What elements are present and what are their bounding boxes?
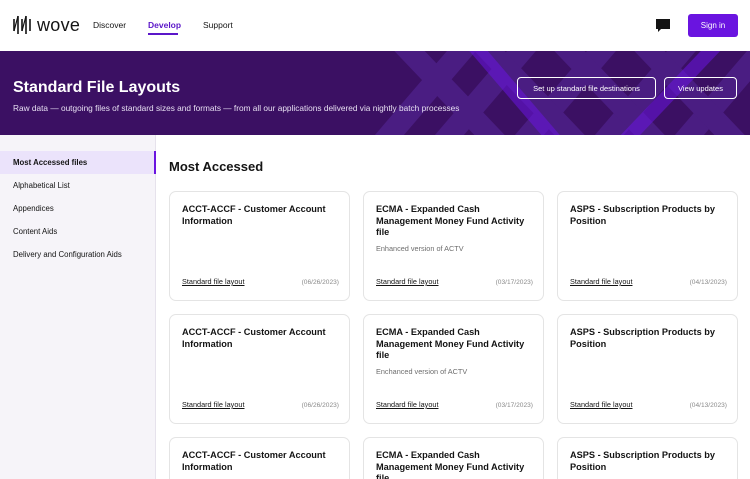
card-title: ACCT-ACCF - Customer Account Information [182, 450, 326, 472]
file-card[interactable]: ECMA - Expanded Cash Management Money Fu… [363, 437, 544, 479]
sidebar-item-delivery-config-aids[interactable]: Delivery and Configuration Aids [0, 243, 156, 266]
nav-link-discover[interactable]: Discover [93, 20, 126, 30]
card-title: ACCT-ACCF - Customer Account Information [182, 204, 326, 226]
active-nav-indicator [148, 33, 178, 35]
sidebar-item-appendices[interactable]: Appendices [0, 197, 156, 220]
wove-logo[interactable]: wove [12, 12, 80, 38]
page-title: Standard File Layouts [13, 79, 181, 96]
logo-text: wove [37, 14, 81, 35]
card-date: (04/13/2023) [689, 402, 727, 409]
sidebar-item-content-aids[interactable]: Content Aids [0, 220, 156, 243]
card-date: (03/17/2023) [495, 279, 533, 286]
file-card[interactable]: ACCT-ACCF - Customer Account Information [169, 437, 350, 479]
file-card[interactable]: ACCT-ACCF - Customer Account Information… [169, 314, 350, 424]
standard-file-layout-link[interactable]: Standard file layout [570, 400, 632, 409]
standard-file-layout-link[interactable]: Standard file layout [182, 400, 244, 409]
sidebar: Most Accessed files Alphabetical List Ap… [0, 135, 156, 479]
sidebar-item-alphabetical-list[interactable]: Alphabetical List [0, 174, 156, 197]
card-title: ASPS - Subscription Products by Position [570, 450, 715, 472]
wove-logo-icon [13, 15, 31, 34]
card-date: (04/13/2023) [689, 279, 727, 286]
file-card[interactable]: ASPS - Subscription Products by Position… [557, 191, 738, 301]
view-updates-button[interactable]: View updates [664, 77, 737, 99]
card-description: Enchanced version of ACTV [376, 367, 468, 376]
file-card[interactable]: ACCT-ACCF - Customer Account Information… [169, 191, 350, 301]
card-title: ECMA - Expanded Cash Management Money Fu… [376, 450, 525, 479]
card-date: (06/26/2023) [301, 402, 339, 409]
standard-file-layout-link[interactable]: Standard file layout [570, 277, 632, 286]
sign-in-button[interactable]: Sign in [688, 14, 738, 37]
standard-file-layout-link[interactable]: Standard file layout [376, 400, 438, 409]
file-card[interactable]: ECMA - Expanded Cash Management Money Fu… [363, 314, 544, 424]
card-title: ECMA - Expanded Cash Management Money Fu… [376, 327, 525, 360]
file-card[interactable]: ASPS - Subscription Products by Position [557, 437, 738, 479]
standard-file-layout-link[interactable]: Standard file layout [376, 277, 438, 286]
file-card[interactable]: ASPS - Subscription Products by Position… [557, 314, 738, 424]
sidebar-item-most-accessed[interactable]: Most Accessed files [0, 151, 156, 174]
card-description: Enhanced version of ACTV [376, 244, 464, 253]
card-title: ECMA - Expanded Cash Management Money Fu… [376, 204, 525, 237]
card-date: (03/17/2023) [495, 402, 533, 409]
standard-file-layout-link[interactable]: Standard file layout [182, 277, 244, 286]
nav-link-develop[interactable]: Develop [148, 20, 181, 30]
section-title: Most Accessed [169, 159, 264, 174]
card-title: ASPS - Subscription Products by Position [570, 204, 715, 226]
card-title: ACCT-ACCF - Customer Account Information [182, 327, 326, 349]
hero-banner: Standard File Layouts Raw data — outgoin… [0, 51, 750, 135]
chat-button[interactable] [652, 15, 674, 35]
card-date: (06/26/2023) [301, 279, 339, 286]
chat-icon [656, 19, 670, 32]
card-title: ASPS - Subscription Products by Position [570, 327, 715, 349]
set-up-destinations-button[interactable]: Set up standard file destinations [517, 77, 656, 99]
file-card[interactable]: ECMA - Expanded Cash Management Money Fu… [363, 191, 544, 301]
top-nav: wove Discover Develop Support Sign in [0, 0, 750, 51]
page-subtitle: Raw data — outgoing files of standard si… [13, 103, 460, 113]
nav-link-support[interactable]: Support [203, 20, 233, 30]
